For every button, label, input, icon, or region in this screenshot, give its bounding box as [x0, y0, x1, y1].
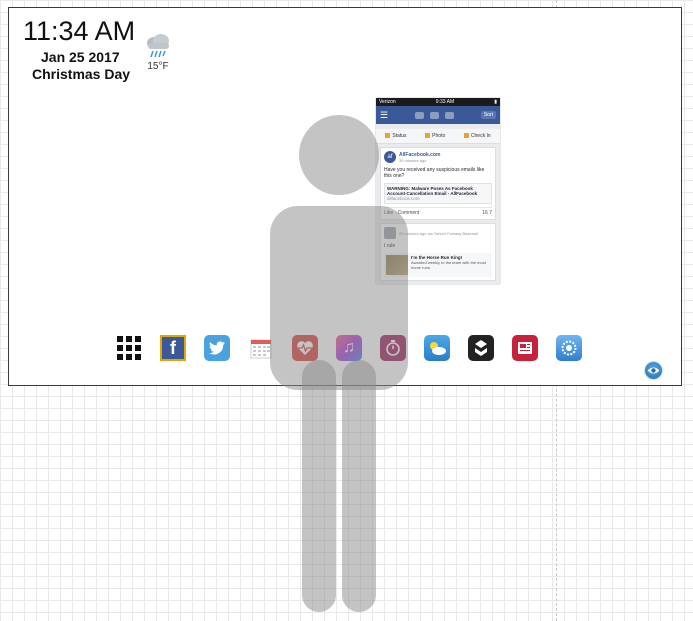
user-silhouette: [270, 115, 408, 612]
phone-time: 9:33 AM: [435, 99, 455, 105]
post-counts: 16 7: [482, 210, 492, 216]
friends-icon[interactable]: [414, 111, 424, 119]
facebook-app-button[interactable]: f: [151, 334, 195, 362]
messages-icon[interactable]: [429, 111, 439, 119]
eye-icon: [647, 367, 660, 374]
500px-app-button[interactable]: [459, 334, 503, 362]
facebook-icon: f: [160, 335, 186, 361]
photo-action[interactable]: Photo: [425, 133, 445, 139]
carrier-label: Verizon: [379, 99, 396, 105]
500px-icon: [468, 335, 494, 361]
clock-time: 11:34 AM: [23, 16, 136, 46]
phone-status-bar: Verizon 9:33 AM ▮: [376, 98, 500, 106]
news-icon: [512, 335, 538, 361]
clock-widget: 11:34 AM Jan 25 2017 Christmas Day: [23, 16, 136, 82]
news-app-button[interactable]: [503, 334, 547, 362]
apps-grid-icon: [117, 336, 141, 360]
rain-cloud-icon: [147, 34, 169, 58]
settings-app-button[interactable]: [547, 334, 591, 362]
sort-button[interactable]: Sort: [480, 111, 496, 119]
award-text: Awarded weekly to the team with the most…: [411, 260, 486, 270]
weather-app-button[interactable]: [415, 334, 459, 362]
settings-icon: [556, 335, 582, 361]
clock-date: Jan 25 2017: [41, 49, 120, 65]
twitter-icon: [204, 335, 230, 361]
weather-temperature: 15°F: [147, 61, 169, 72]
battery-icon: ▮: [494, 99, 497, 105]
eye-toggle-button[interactable]: [645, 362, 662, 379]
globe-icon[interactable]: [444, 111, 454, 119]
apps-grid-button[interactable]: [107, 334, 151, 362]
holiday-label: Christmas Day: [32, 66, 131, 82]
checkin-action[interactable]: Check In: [464, 133, 491, 139]
twitter-app-button[interactable]: [195, 334, 239, 362]
weather-widget: 15°F: [143, 33, 173, 72]
weather-icon: [424, 335, 450, 361]
